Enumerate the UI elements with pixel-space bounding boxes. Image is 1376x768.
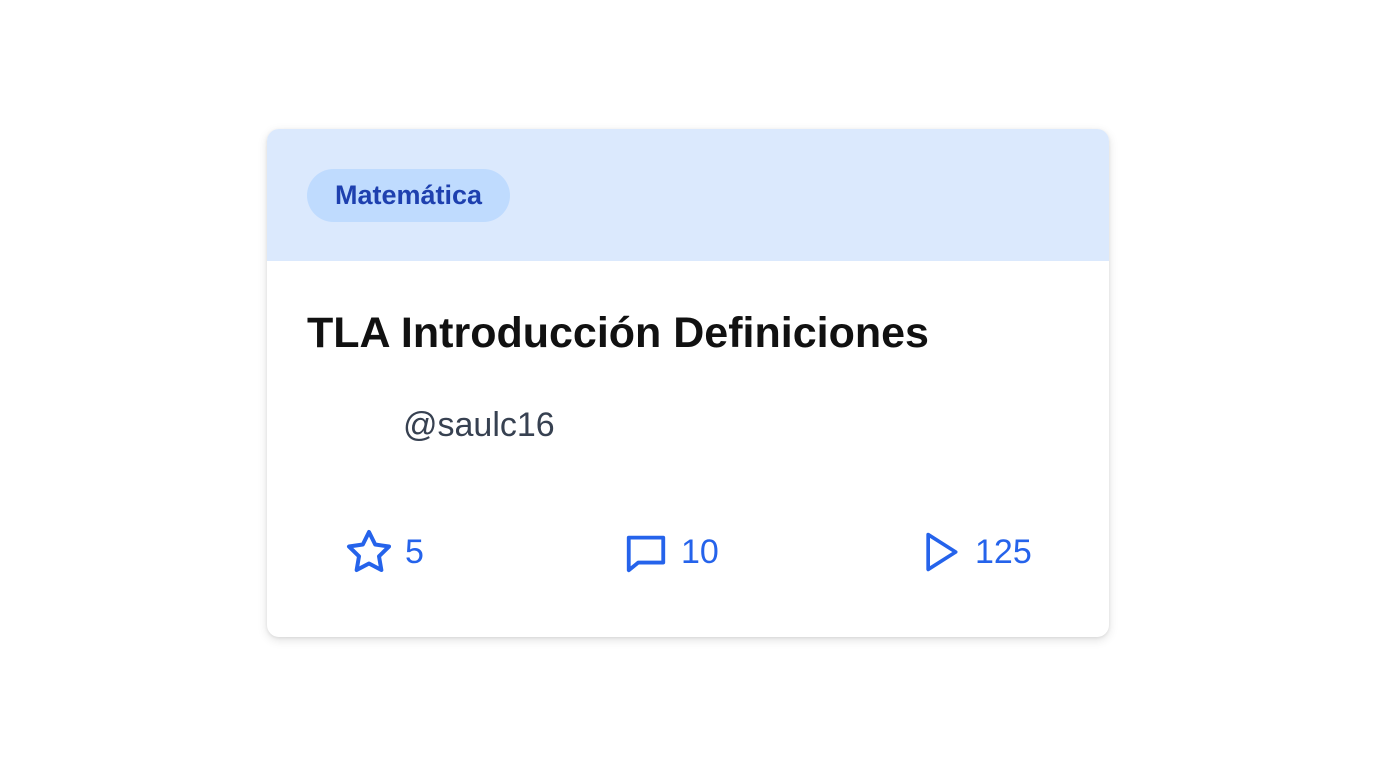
comments-stat[interactable]: 10	[623, 527, 719, 577]
star-icon	[345, 528, 393, 576]
comments-count: 10	[681, 533, 719, 571]
quiz-card[interactable]: Matemática TLA Introducción Definiciones…	[267, 129, 1109, 637]
card-header: Matemática	[267, 129, 1109, 261]
plays-stat[interactable]: 125	[919, 527, 1032, 577]
author-handle: @saulc16	[403, 406, 555, 444]
comment-icon	[623, 529, 669, 575]
category-badge: Matemática	[307, 169, 511, 222]
card-stats: 5 10 125	[267, 527, 1109, 577]
card-title: TLA Introducción Definiciones	[307, 309, 929, 357]
plays-count: 125	[975, 533, 1032, 571]
play-icon	[919, 529, 963, 575]
stars-stat[interactable]: 5	[345, 527, 424, 577]
stars-count: 5	[405, 533, 424, 571]
